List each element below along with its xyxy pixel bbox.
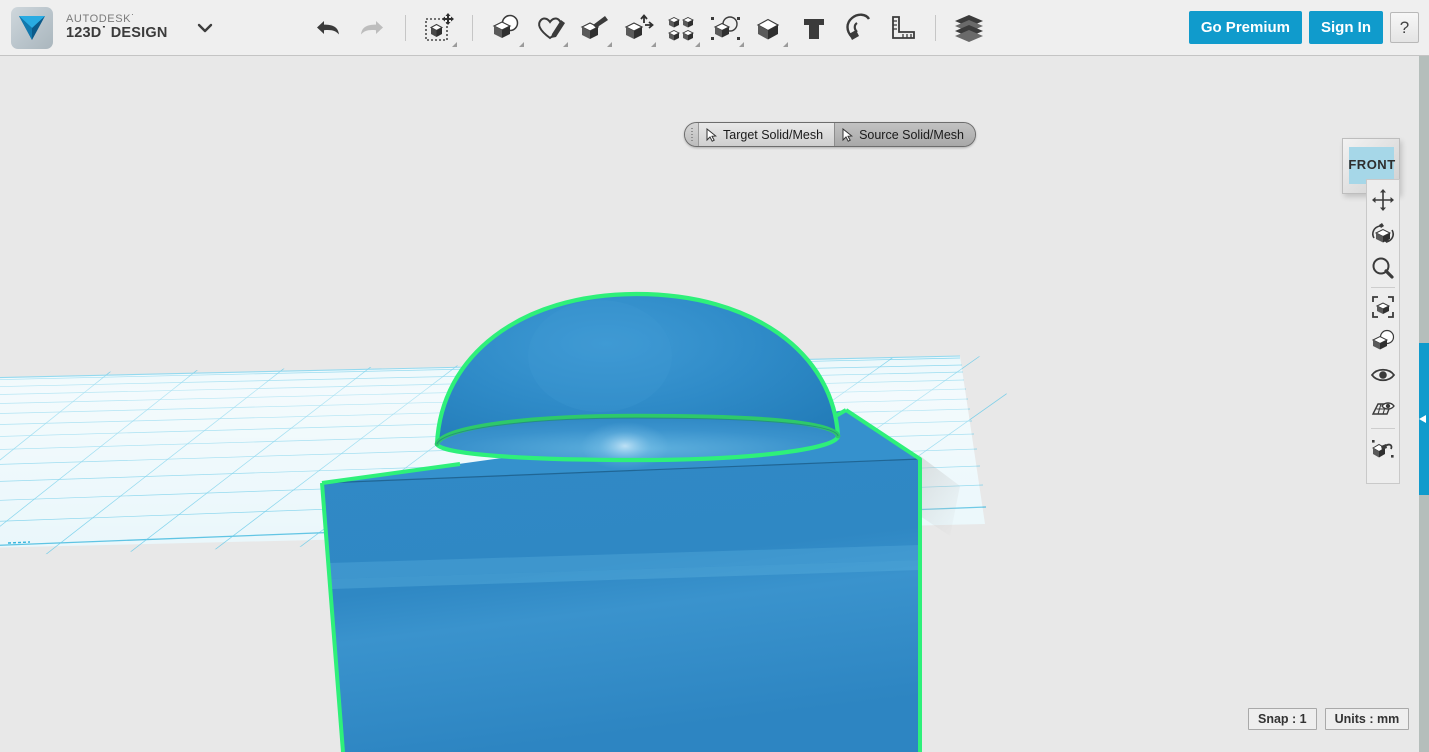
primitives-tool[interactable] <box>484 6 528 50</box>
visibility-tool[interactable] <box>1367 358 1399 392</box>
brand-text: AUTODESK˙ 123D˙ DESIGN <box>66 12 168 42</box>
3d-viewport[interactable]: Target Solid/Mesh Source Solid/Mesh FRON… <box>0 56 1429 752</box>
transform-tool-dropdown-icon[interactable] <box>451 41 457 47</box>
go-premium-button[interactable]: Go Premium <box>1188 11 1302 44</box>
autodesk-123d-logo-icon <box>11 6 53 49</box>
status-bar: Snap : 1 Units : mm <box>1248 708 1410 730</box>
combine-tool-dropdown-icon[interactable] <box>782 41 788 47</box>
grid-visibility-tool[interactable] <box>1367 392 1399 426</box>
primitives-tool-dropdown-icon[interactable] <box>518 41 524 47</box>
snap-tool[interactable] <box>836 6 880 50</box>
measure-tool[interactable] <box>880 6 924 50</box>
transform-tool[interactable] <box>417 6 461 50</box>
selection-prompt-bar: Target Solid/Mesh Source Solid/Mesh <box>684 122 976 147</box>
sketch-tool-dropdown-icon[interactable] <box>562 41 568 47</box>
modify-tool[interactable] <box>616 6 660 50</box>
zoom-tool[interactable] <box>1367 251 1399 285</box>
snap-settings-tool[interactable] <box>1367 431 1399 465</box>
view-cube-label: FRONT <box>1348 157 1396 172</box>
undo-button[interactable] <box>306 6 350 50</box>
nav-divider-1 <box>1371 287 1395 288</box>
toolbar-divider-2 <box>471 14 473 41</box>
redo-button[interactable] <box>350 6 394 50</box>
account-actions: Go Premium Sign In ? <box>1188 11 1429 44</box>
vertical-scrollbar-thumb[interactable] <box>1419 343 1429 495</box>
brand-product-label: 123D˙ DESIGN <box>66 25 168 42</box>
brand-autodesk-label: AUTODESK˙ <box>66 12 136 25</box>
grouping-tool[interactable] <box>704 6 748 50</box>
cursor-arrow-icon <box>842 127 854 142</box>
combine-tool[interactable] <box>748 6 792 50</box>
pattern-tool[interactable] <box>660 6 704 50</box>
orbit-tool[interactable] <box>1367 217 1399 251</box>
units-status[interactable]: Units : mm <box>1324 708 1410 730</box>
3d-scene[interactable] <box>0 56 1429 752</box>
source-solid-mesh-label: Source Solid/Mesh <box>859 127 964 142</box>
display-style-tool[interactable] <box>1367 324 1399 358</box>
target-solid-mesh-step[interactable]: Target Solid/Mesh <box>699 123 835 146</box>
sign-in-button[interactable]: Sign In <box>1309 11 1383 44</box>
source-solid-mesh-step[interactable]: Source Solid/Mesh <box>834 123 975 146</box>
cursor-arrow-icon <box>706 127 717 142</box>
material-tool[interactable] <box>947 6 991 50</box>
drag-grip-icon[interactable] <box>685 123 699 146</box>
chevron-down-icon[interactable] <box>194 17 216 39</box>
top-toolbar: AUTODESK˙ 123D˙ DESIGN Go Premium Sign I… <box>0 0 1429 56</box>
fit-tool[interactable] <box>1367 290 1399 324</box>
construct-tool-dropdown-icon[interactable] <box>606 41 612 47</box>
app-brand[interactable]: AUTODESK˙ 123D˙ DESIGN <box>0 6 216 49</box>
text-tool[interactable] <box>792 6 836 50</box>
help-button[interactable]: ? <box>1390 12 1419 43</box>
sketch-tool[interactable] <box>528 6 572 50</box>
main-tool-group <box>417 6 991 50</box>
navigation-toolbar <box>1366 179 1400 484</box>
target-solid-mesh-label: Target Solid/Mesh <box>723 127 824 142</box>
pan-tool[interactable] <box>1367 183 1399 217</box>
snap-status[interactable]: Snap : 1 <box>1248 708 1317 730</box>
toolbar-divider-3 <box>934 14 936 41</box>
history-tool-group <box>306 6 417 50</box>
grouping-tool-dropdown-icon[interactable] <box>738 41 744 47</box>
construct-tool[interactable] <box>572 6 616 50</box>
nav-divider-2 <box>1371 428 1395 429</box>
app-window: AUTODESK˙ 123D˙ DESIGN Go Premium Sign I… <box>0 0 1429 752</box>
modify-tool-dropdown-icon[interactable] <box>650 41 656 47</box>
toolbar-divider-1 <box>404 14 406 41</box>
pattern-tool-dropdown-icon[interactable] <box>694 41 700 47</box>
